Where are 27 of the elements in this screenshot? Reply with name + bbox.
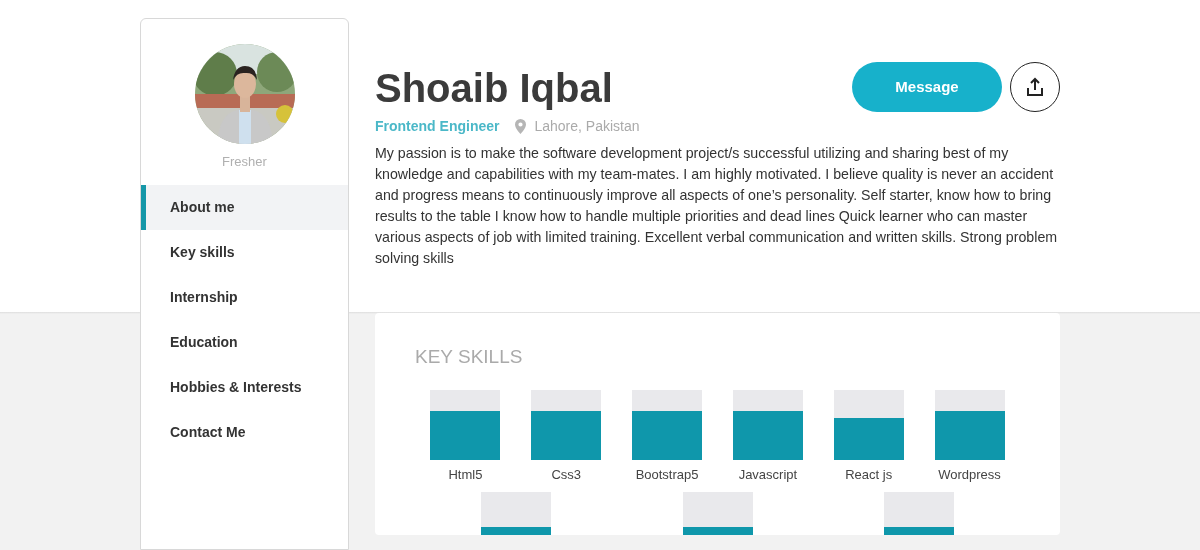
skill-label: Javascript (738, 465, 798, 484)
skill-bar-chart (430, 389, 501, 460)
location-pin-icon (515, 119, 527, 134)
profile-name: Shoaib Iqbal (375, 65, 614, 112)
skill-label: Css3 (551, 465, 582, 484)
sidebar-item[interactable]: Internship (141, 274, 348, 320)
skill-label: Bootstrap5 (635, 465, 699, 484)
sidebar-item[interactable]: Education (141, 319, 348, 365)
sidebar-item[interactable]: Contact Me (141, 409, 348, 455)
skill-label: Wordpress (938, 465, 1001, 484)
skill-bar-chart (632, 389, 703, 460)
skill-bar-chart (732, 389, 803, 460)
status-label: Fresher (221, 153, 268, 171)
section-title: KEY SKILLS (415, 345, 524, 369)
location-text: Lahore, Pakistan (534, 117, 640, 136)
sidebar-item[interactable]: About me (141, 184, 348, 230)
skill-label: React js (845, 465, 893, 484)
skill-bar-chart (833, 389, 904, 460)
about-paragraph: My passion is to make the software development project/s successful utilizing and sharing best of my knowledge and capabilities with my team-mates. I am highly motivated. I believe quality is never an accident and progress means to continuously improve all aspects of one’s personality. Self starter, know how to bring results to the table I know how to handle multiple priorities and dead lines Quick learner who can master various aspects of job with limited training. Excellent verbal communication and written skills. Strong problem solving skills (375, 144, 1059, 268)
skill-bar-chart (934, 389, 1005, 460)
sidebar-item[interactable]: Key skills (141, 229, 348, 275)
share-button[interactable] (1010, 62, 1060, 112)
skill-label: Html5 (448, 465, 483, 484)
job-title: Frontend Engineer (375, 117, 500, 136)
sidebar-item[interactable]: Hobbies & Interests (141, 364, 348, 410)
skill-bar-chart (531, 389, 602, 460)
share-icon (1025, 77, 1045, 97)
